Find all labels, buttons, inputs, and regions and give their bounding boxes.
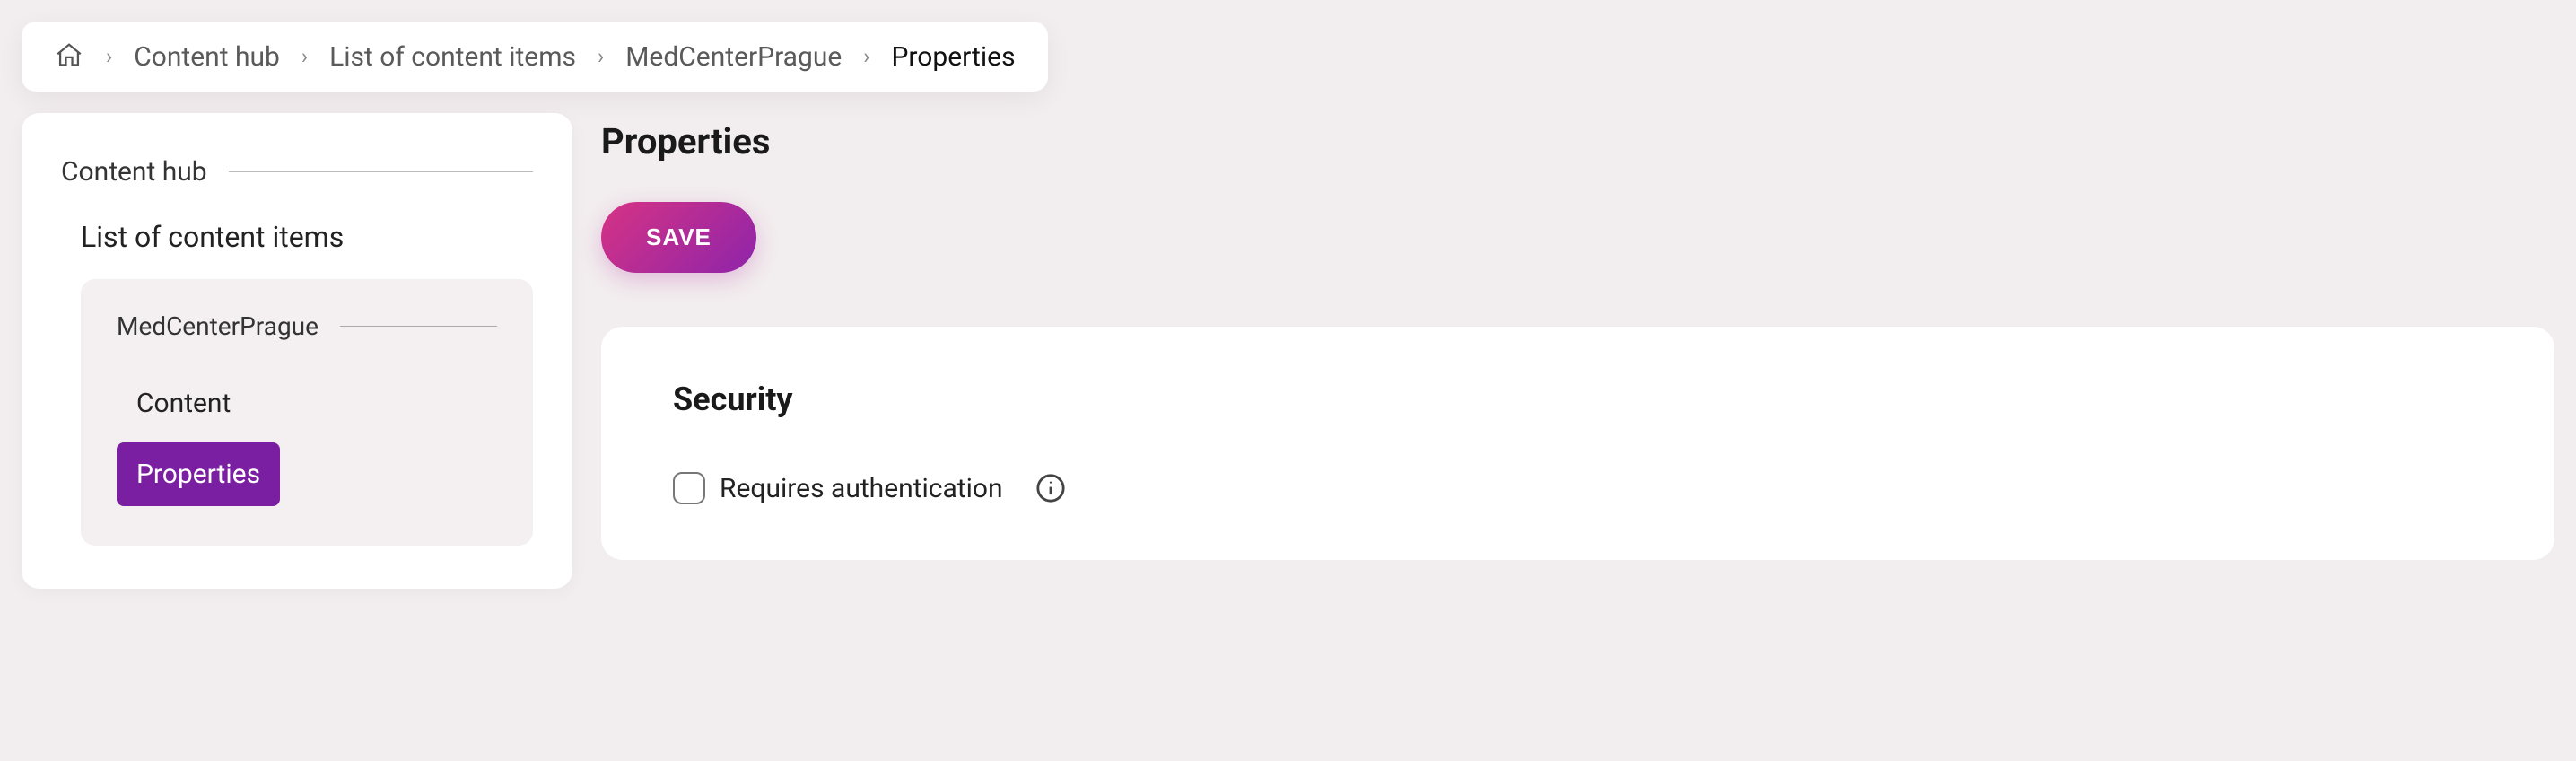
chevron-right-icon: › [301, 44, 308, 69]
main-content: Properties SAVE Security Requires authen… [601, 113, 2554, 560]
chevron-right-icon: › [106, 44, 112, 69]
sidebar-nested-panel: MedCenterPrague Content Properties [81, 279, 533, 546]
sidebar-nested-header: MedCenterPrague [117, 311, 497, 341]
chevron-right-icon: › [598, 44, 604, 69]
divider-line [340, 326, 497, 327]
breadcrumb-link-item[interactable]: MedCenterPrague [625, 41, 842, 73]
sidebar-nested-title: MedCenterPrague [117, 311, 319, 341]
sidebar-item-properties[interactable]: Properties [117, 442, 280, 506]
home-icon[interactable] [54, 39, 84, 74]
breadcrumb-link-list[interactable]: List of content items [329, 41, 576, 73]
page-title: Properties [601, 120, 2554, 162]
requires-auth-label: Requires authentication [720, 473, 1003, 504]
sidebar-item-content[interactable]: Content [117, 372, 250, 435]
breadcrumb-current: Properties [891, 41, 1015, 73]
requires-auth-row: Requires authentication [673, 472, 2483, 504]
breadcrumb-link-content-hub[interactable]: Content hub [134, 41, 280, 73]
breadcrumb: › Content hub › List of content items › … [22, 22, 1048, 92]
sidebar-section-header: Content hub [61, 156, 533, 188]
save-button[interactable]: SAVE [601, 202, 756, 273]
requires-auth-checkbox[interactable] [673, 472, 705, 504]
chevron-right-icon: › [863, 44, 869, 69]
security-card: Security Requires authentication [601, 327, 2554, 560]
info-icon[interactable] [1035, 473, 1066, 503]
security-card-title: Security [673, 380, 2483, 418]
sidebar-item-list[interactable]: List of content items [81, 220, 533, 254]
sidebar: Content hub List of content items MedCen… [22, 113, 572, 589]
sidebar-section-title: Content hub [61, 156, 207, 188]
divider-line [229, 171, 533, 172]
